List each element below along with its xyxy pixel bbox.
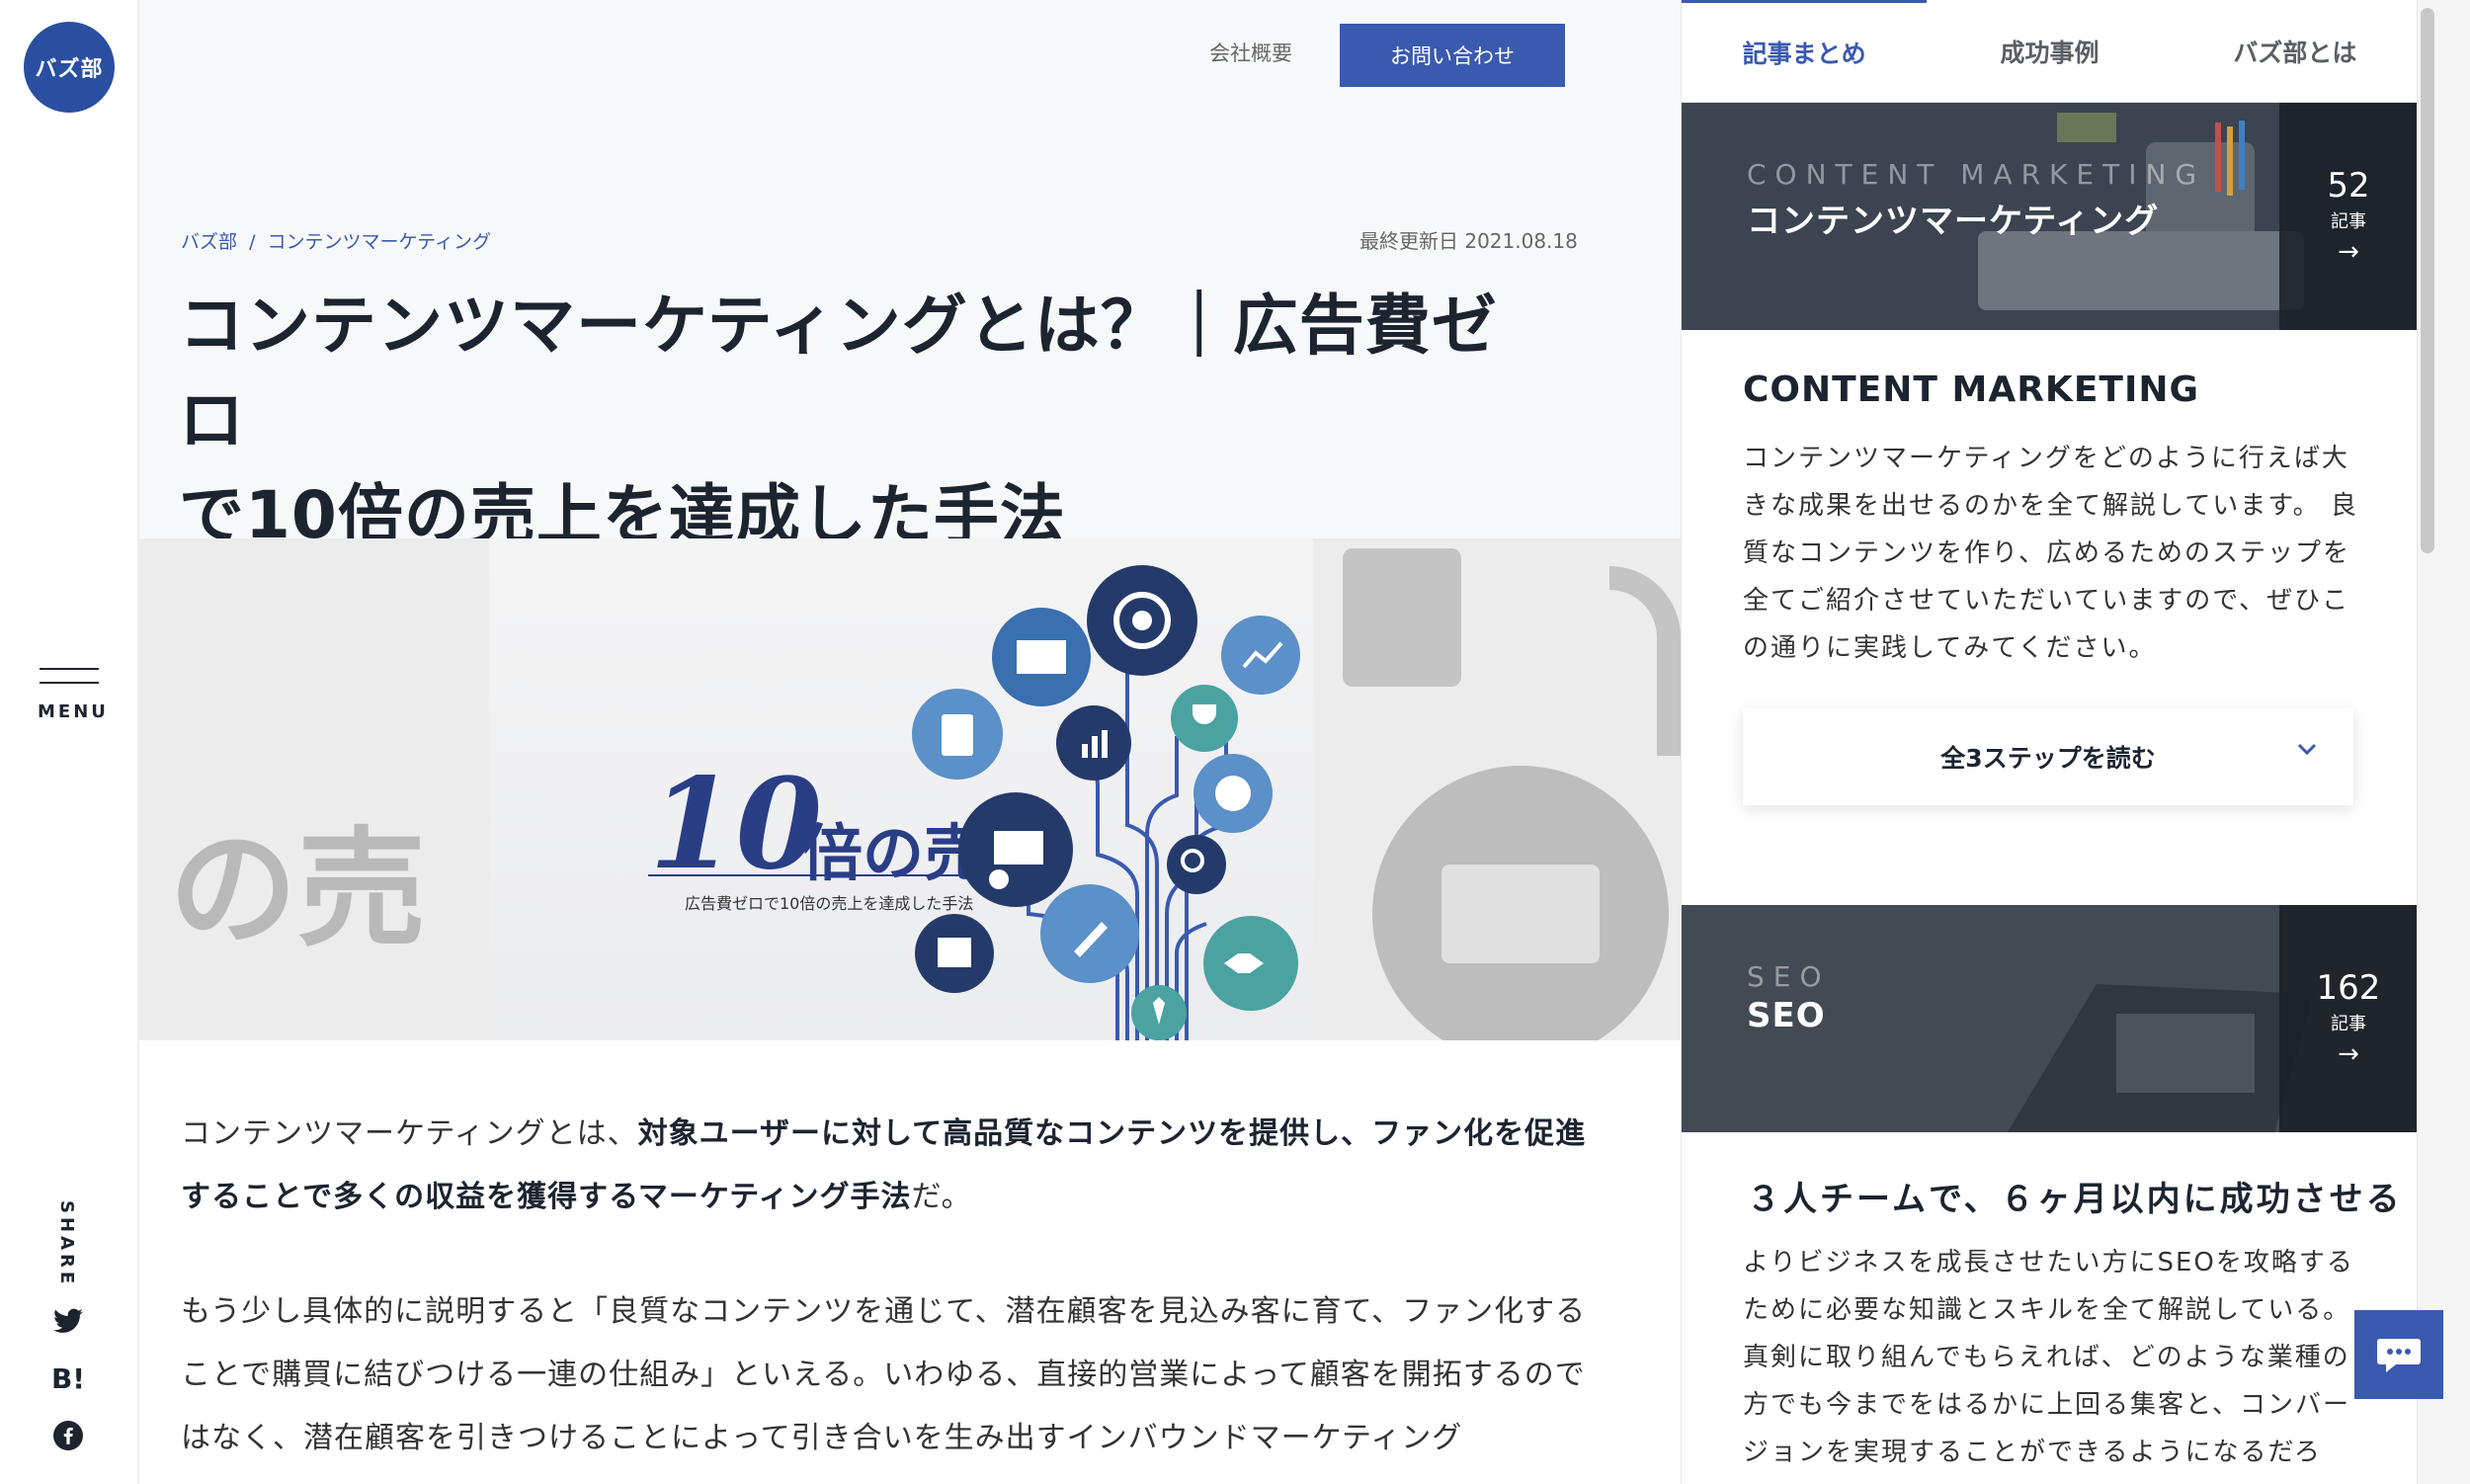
sidebar-tabs: 記事まとめ 成功事例 バズ部とは xyxy=(1682,0,2417,103)
company-link[interactable]: 会社概要 xyxy=(1209,38,1292,67)
hero-ghost-graphic xyxy=(1343,548,1681,1040)
main-content: 会社概要 お問い合わせ バズ部 / コンテンツマーケティング 最終更新日 202… xyxy=(139,0,1681,1484)
contact-button[interactable]: お問い合わせ xyxy=(1340,24,1565,87)
tab-success-stories[interactable]: 成功事例 xyxy=(1927,0,2173,103)
category-ja-label: SEO xyxy=(1747,996,1826,1035)
scrollbar-thumb[interactable] xyxy=(2421,8,2434,553)
hatena-bookmark-icon[interactable]: B! xyxy=(51,1361,85,1395)
chat-bubble-icon xyxy=(2377,1339,2421,1372)
twitter-icon[interactable] xyxy=(51,1304,85,1338)
category-banner-seo[interactable]: SEO SEO 162 記事 → xyxy=(1682,905,2417,1132)
chat-button[interactable] xyxy=(2354,1310,2443,1399)
category-heading: CONTENT MARKETING xyxy=(1743,370,2200,410)
category-count: 162 記事 → xyxy=(2279,905,2417,1132)
last-updated: 最終更新日 2021.08.18 xyxy=(1359,229,1578,253)
seo-description: よりビジネスを成長させたい方にSEOを攻略するために必要な知識とスキルを全て解説… xyxy=(1743,1248,2354,1467)
menu-button[interactable]: MENU xyxy=(38,668,109,727)
breadcrumb: バズ部 / コンテンツマーケティング xyxy=(181,227,491,254)
article-paragraph: コンテンツマーケティングとは、対象ユーザーに対して高品質なコンテンツを提供し、フ… xyxy=(181,1116,1587,1214)
left-rail: バズ部 MENU SHARE B! xyxy=(0,0,139,1484)
category-en-label: CONTENT MARKETING xyxy=(1747,158,2206,191)
category-description: コンテンツマーケティングをどのように行えば大きな成果を出せるのかを全て解説してい… xyxy=(1743,444,2358,663)
menu-bar-icon xyxy=(40,668,99,670)
facebook-icon[interactable] xyxy=(51,1419,85,1452)
article-title: コンテンツマーケティングとは？｜広告費ゼロ で10倍の売上を達成した手法 xyxy=(179,288,1498,553)
chevron-down-icon xyxy=(2297,743,2317,756)
sidebar: 記事まとめ 成功事例 バズ部とは CONTENT MARKETING コンテンツ… xyxy=(1681,0,2417,1484)
scrollbar[interactable] xyxy=(2417,0,2470,1484)
menu-bar-icon xyxy=(40,682,99,684)
hero-image: の売 10 倍の売上 広告費ゼロで10倍の売上を達成した手法 xyxy=(139,538,1681,1040)
share-label: SHARE xyxy=(56,1200,77,1288)
hero-ghost-text: の売 xyxy=(169,814,427,964)
arrow-right-icon: → xyxy=(2338,1039,2359,1069)
category-ja-label: コンテンツマーケティング xyxy=(1747,202,2160,241)
hero-icon-tree xyxy=(912,565,1300,1040)
breadcrumb-category[interactable]: コンテンツマーケティング xyxy=(268,231,491,253)
category-count: 52 記事 → xyxy=(2279,103,2417,330)
read-steps-button[interactable]: 全3ステップを読む xyxy=(1743,708,2353,805)
tab-about-buzzbu[interactable]: バズ部とは xyxy=(2172,0,2417,103)
category-banner-content-marketing[interactable]: CONTENT MARKETING コンテンツマーケティング 52 記事 → xyxy=(1682,103,2417,330)
site-logo[interactable]: バズ部 xyxy=(24,22,115,113)
breadcrumb-home[interactable]: バズ部 xyxy=(181,231,237,253)
breadcrumb-separator: / xyxy=(249,231,256,253)
category-en-label: SEO xyxy=(1747,960,1831,993)
menu-label: MENU xyxy=(38,701,109,722)
seo-heading: ３人チームで、６ヶ月以内に成功させる xyxy=(1747,1180,2403,1219)
tab-article-summary[interactable]: 記事まとめ xyxy=(1682,0,1928,103)
arrow-right-icon: → xyxy=(2338,237,2359,267)
article-paragraph: もう少し具体的に説明すると「良質なコンテンツを通じて、潜在顧客を見込み客に育て、… xyxy=(181,1294,1587,1455)
